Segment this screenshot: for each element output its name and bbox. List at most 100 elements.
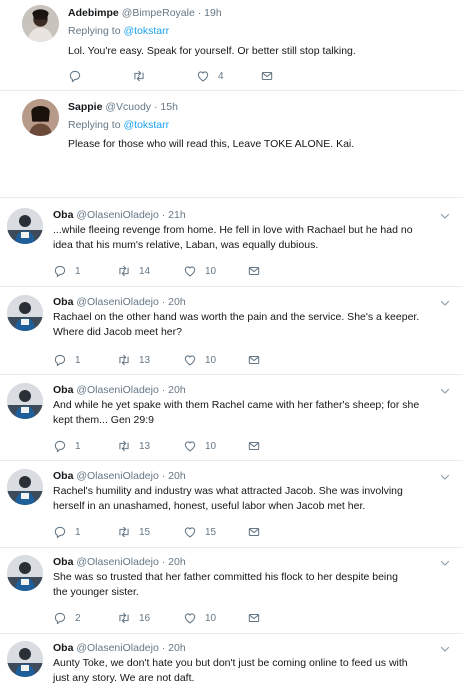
author-handle[interactable]: @Vcuody [105, 101, 151, 113]
timestamp[interactable]: 21h [168, 209, 186, 221]
heart-icon [183, 264, 197, 278]
avatar[interactable] [7, 469, 43, 505]
author-handle[interactable]: @OlaseniOladejo [76, 556, 158, 568]
dm-button[interactable] [247, 438, 261, 454]
chevron-down-icon[interactable] [439, 210, 451, 222]
chevron-down-icon[interactable] [439, 385, 451, 397]
replying-to-label: Replying to [68, 25, 121, 37]
avatar[interactable] [7, 208, 43, 244]
chevron-down-icon[interactable] [439, 297, 451, 309]
separator-dot: · [161, 470, 166, 482]
author-handle[interactable]: @OlaseniOladejo [76, 296, 158, 308]
reply-count: 1 [75, 526, 81, 538]
author-name[interactable]: Oba [53, 384, 73, 396]
author-handle[interactable]: @OlaseniOladejo [76, 470, 158, 482]
like-button[interactable]: 15 [183, 524, 216, 540]
envelope-icon [247, 439, 261, 453]
like-count: 10 [205, 440, 217, 452]
retweet-button[interactable]: 13 [117, 352, 150, 368]
author-handle[interactable]: @OlaseniOladejo [76, 384, 158, 396]
dm-button[interactable] [260, 68, 274, 84]
retweet-icon [117, 611, 131, 625]
separator-dot: · [161, 556, 166, 568]
dm-button[interactable] [247, 524, 261, 540]
author-handle[interactable]: @BimpeRoyale [122, 7, 195, 19]
author-name[interactable]: Adebimpe [68, 7, 119, 19]
like-button[interactable]: 10 [183, 352, 216, 368]
divider [0, 633, 463, 634]
retweet-button[interactable]: 16 [117, 610, 150, 626]
divider [0, 460, 463, 461]
avatar[interactable] [22, 99, 59, 136]
avatar[interactable] [7, 295, 43, 331]
divider [0, 90, 463, 91]
retweet-count: 15 [139, 526, 151, 538]
reply-button[interactable]: 1 [53, 524, 81, 540]
like-button[interactable]: 10 [183, 438, 216, 454]
reply-button[interactable]: 1 [53, 438, 81, 454]
reply-button[interactable]: 2 [53, 610, 81, 626]
author-handle[interactable]: @OlaseniOladejo [76, 642, 158, 654]
like-count: 15 [205, 526, 217, 538]
dm-button[interactable] [247, 610, 261, 626]
separator-dot: · [161, 209, 166, 221]
replying-to: Replying to @tokstarr [68, 118, 169, 132]
dm-button[interactable] [247, 263, 261, 279]
author-name[interactable]: Oba [53, 470, 73, 482]
retweet-button[interactable]: 14 [117, 263, 150, 279]
author-name[interactable]: Oba [53, 556, 73, 568]
chevron-down-icon[interactable] [439, 557, 451, 569]
like-count: 4 [218, 70, 224, 82]
avatar[interactable] [7, 641, 43, 677]
timestamp[interactable]: 19h [204, 7, 222, 19]
chevron-down-icon[interactable] [439, 643, 451, 655]
timestamp[interactable]: 20h [168, 296, 186, 308]
dm-button[interactable] [247, 352, 261, 368]
replying-to-link[interactable]: @tokstarr [123, 25, 169, 37]
retweet-button[interactable]: 15 [117, 524, 150, 540]
timestamp[interactable]: 20h [168, 470, 186, 482]
timestamp[interactable]: 20h [168, 642, 186, 654]
like-button[interactable]: 10 [183, 610, 216, 626]
author-name[interactable]: Sappie [68, 101, 102, 113]
replying-to-link[interactable]: @tokstarr [123, 119, 169, 131]
timestamp[interactable]: 15h [160, 101, 178, 113]
tweet-text-line: ...while fleeing revenge from home. He f… [53, 224, 413, 236]
tweet-text-line: just any story. We are not daft. [53, 672, 195, 684]
retweet-icon [117, 525, 131, 539]
retweet-count: 16 [139, 612, 151, 624]
tweet-text-line: herself in an unashamed, honest, useful … [53, 500, 366, 512]
author-name[interactable]: Oba [53, 209, 73, 221]
tweet-text-line: She was so trusted that her father commi… [53, 571, 398, 583]
author-name[interactable]: Oba [53, 296, 73, 308]
chevron-down-icon[interactable] [439, 471, 451, 483]
retweet-count: 14 [139, 265, 151, 277]
reply-button[interactable]: 1 [53, 352, 81, 368]
reply-button[interactable] [68, 68, 82, 84]
author-handle[interactable]: @OlaseniOladejo [76, 209, 158, 221]
like-button[interactable]: 4 [196, 68, 224, 84]
avatar[interactable] [22, 5, 59, 42]
reply-button[interactable]: 1 [53, 263, 81, 279]
tweet-text: Please for those who will read this, Lea… [68, 138, 355, 150]
tweet-text-line: Rachel's humility and industry was what … [53, 485, 403, 497]
like-button[interactable]: 10 [183, 263, 216, 279]
author-name[interactable]: Oba [53, 642, 73, 654]
retweet-button[interactable]: 13 [117, 438, 150, 454]
separator-dot: · [161, 642, 166, 654]
retweet-icon [117, 264, 131, 278]
envelope-icon [247, 353, 261, 367]
retweet-button[interactable] [132, 68, 146, 84]
avatar[interactable] [7, 383, 43, 419]
separator-dot: · [161, 296, 166, 308]
tweet-text: Rachel's humility and industry was what … [53, 484, 451, 514]
timestamp[interactable]: 20h [168, 384, 186, 396]
envelope-icon [247, 611, 261, 625]
timestamp[interactable]: 20h [168, 556, 186, 568]
retweet-count: 13 [139, 440, 151, 452]
like-count: 10 [205, 612, 217, 624]
avatar[interactable] [7, 555, 43, 591]
reply-icon [53, 525, 67, 539]
tweet-text-line: the younger sister. [53, 586, 139, 598]
tweet-text: ...while fleeing revenge from home. He f… [53, 223, 451, 253]
